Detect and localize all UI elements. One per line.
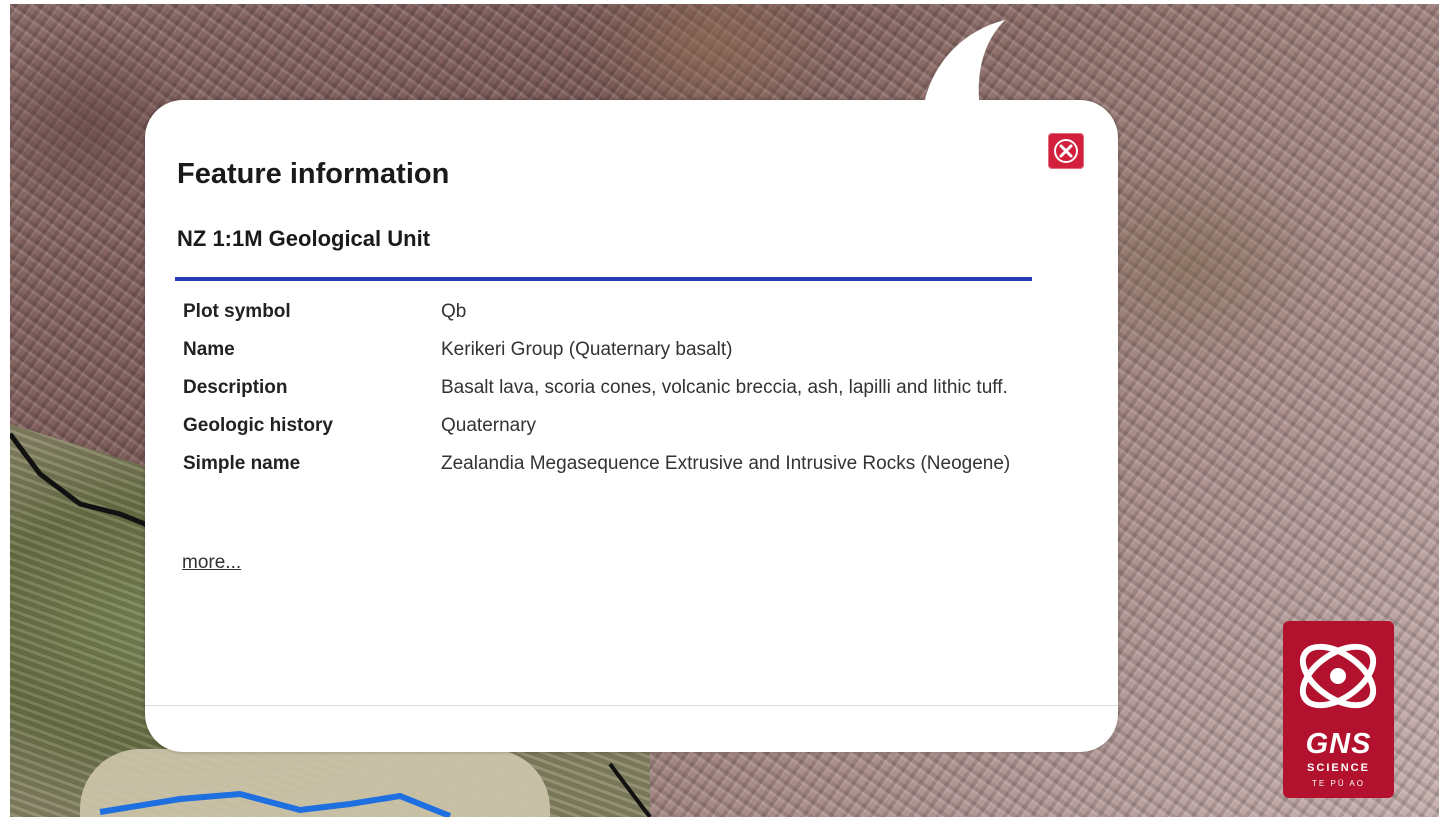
logo-tagline: TE PŪ AO (1312, 779, 1365, 788)
logo-subtitle: SCIENCE (1307, 762, 1370, 774)
close-button[interactable] (1048, 133, 1084, 169)
attribute-label: Name (183, 339, 235, 360)
logo-wordmark: GNS (1305, 728, 1372, 760)
attribute-value: Zealandia Megasequence Extrusive and Int… (441, 453, 1011, 474)
attribute-value: Qb (441, 301, 467, 322)
more-link[interactable]: more... (182, 552, 241, 574)
table-row: Simple name Zealandia Megasequence Extru… (175, 448, 1035, 486)
attribute-label: Plot symbol (183, 301, 291, 322)
geology-boundary-line-south (608, 762, 652, 817)
popup-pointer (925, 20, 1005, 110)
popup-title: Feature information (177, 158, 450, 190)
attribute-label: Geologic history (183, 415, 333, 436)
attribute-value: Quaternary (441, 415, 537, 436)
table-row: Plot symbol Qb (175, 296, 1035, 334)
attribute-label: Simple name (183, 453, 301, 474)
attribute-value: Basalt lava, scoria cones, volcanic brec… (441, 377, 1008, 398)
layer-name: NZ 1:1M Geological Unit (177, 226, 431, 251)
attribute-value: Kerikeri Group (Quaternary basalt) (441, 339, 733, 360)
close-icon (1054, 139, 1078, 163)
popup-footer-divider (145, 705, 1118, 706)
feature-boundary-line (99, 790, 452, 817)
gns-science-logo: GNS SCIENCE TE PŪ AO (1283, 621, 1394, 798)
title-divider (175, 277, 1032, 281)
attribute-table: Plot symbol Qb Name Kerikeri Group (Quat… (175, 296, 1035, 486)
feature-info-popup: Feature information NZ 1:1M Geological U… (145, 20, 1118, 752)
atom-logo-icon (1299, 643, 1377, 709)
table-row: Geologic history Quaternary (175, 410, 1035, 448)
attribute-label: Description (183, 377, 288, 398)
table-row: Name Kerikeri Group (Quaternary basalt) (175, 334, 1035, 372)
table-row: Description Basalt lava, scoria cones, v… (175, 372, 1035, 410)
